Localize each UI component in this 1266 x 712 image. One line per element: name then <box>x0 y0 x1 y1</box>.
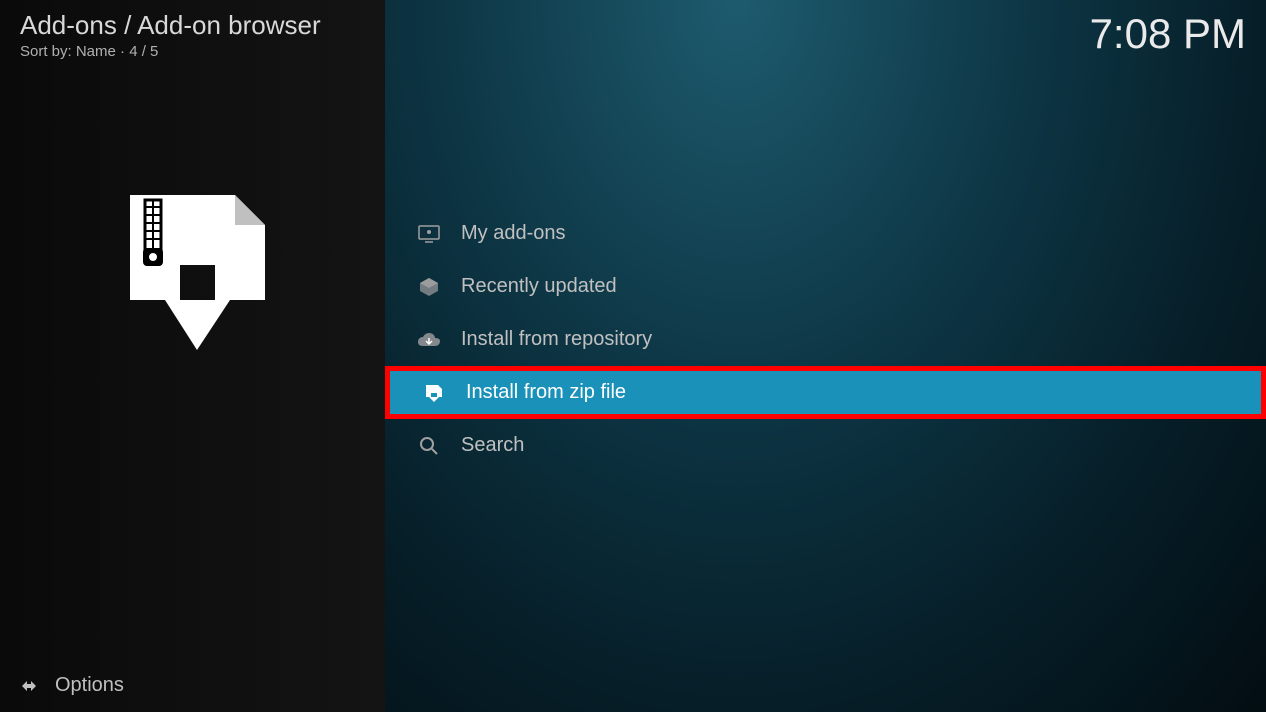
menu-item-search[interactable]: Search <box>385 419 1266 472</box>
search-icon <box>415 434 443 458</box>
cloud-download-icon <box>415 328 443 352</box>
menu-item-label: Install from zip file <box>466 381 626 404</box>
menu-item-label: Install from repository <box>461 328 652 351</box>
menu-item-label: Recently updated <box>461 275 617 298</box>
menu-list: My add-ons Recently updated <box>385 207 1266 472</box>
menu-item-install-repository[interactable]: Install from repository <box>385 313 1266 366</box>
options-label: Options <box>55 674 124 697</box>
options-icon <box>15 675 43 697</box>
menu-item-label: My add-ons <box>461 222 566 245</box>
sort-info: Sort by: Name · 4 / 5 <box>20 43 365 60</box>
options-button[interactable]: Options <box>15 674 124 697</box>
monitor-icon <box>415 222 443 246</box>
clock: 7:08 PM <box>1090 10 1246 58</box>
menu-item-install-zip[interactable]: Install from zip file <box>385 366 1266 419</box>
main-content: 7:08 PM My add-ons <box>385 0 1266 712</box>
menu-item-my-addons[interactable]: My add-ons <box>385 207 1266 260</box>
menu-item-label: Search <box>461 434 524 457</box>
menu-item-recently-updated[interactable]: Recently updated <box>385 260 1266 313</box>
sidebar: Add-ons / Add-on browser Sort by: Name ·… <box>0 0 385 712</box>
box-icon <box>415 275 443 299</box>
breadcrumb: Add-ons / Add-on browser <box>20 10 365 41</box>
sidebar-context-icon <box>20 185 365 355</box>
zip-install-icon <box>420 381 448 405</box>
